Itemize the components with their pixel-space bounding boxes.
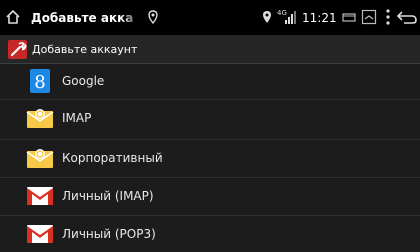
account-option-google[interactable]: 8 Google bbox=[0, 63, 420, 99]
home-icon[interactable] bbox=[3, 7, 23, 27]
account-option-corporate[interactable]: Корпоративный bbox=[0, 139, 420, 176]
screenshot-icon[interactable] bbox=[361, 9, 377, 25]
email-icon bbox=[26, 144, 54, 172]
settings-app-icon bbox=[8, 40, 27, 59]
overflow-menu-icon[interactable] bbox=[385, 8, 391, 26]
network-type-label: 4G bbox=[277, 9, 287, 17]
email-icon bbox=[26, 104, 54, 132]
status-title: Добавьте акка bbox=[31, 10, 134, 25]
gmail-icon bbox=[26, 220, 54, 248]
page-title: Добавьте аккаунт bbox=[32, 42, 138, 56]
list-item-label: Личный (POP3) bbox=[62, 227, 156, 241]
status-bar: Добавьте акка 4G 11:21 bbox=[0, 0, 420, 35]
google-icon: 8 bbox=[26, 67, 54, 95]
account-option-imap[interactable]: IMAP bbox=[0, 99, 420, 136]
window-icon[interactable] bbox=[342, 11, 356, 23]
back-icon[interactable] bbox=[396, 9, 418, 25]
gmail-icon bbox=[26, 182, 54, 210]
account-option-personal-imap[interactable]: Личный (IMAP) bbox=[0, 177, 420, 214]
list-item-label: Личный (IMAP) bbox=[62, 189, 154, 203]
account-option-personal-pop3[interactable]: Личный (POP3) bbox=[0, 215, 420, 252]
list-item-label: Корпоративный bbox=[62, 151, 163, 165]
svg-text:8: 8 bbox=[34, 72, 45, 93]
signal-icon: 4G bbox=[277, 7, 297, 27]
status-time: 11:21 bbox=[302, 10, 337, 25]
location-icon bbox=[148, 10, 158, 25]
list-item-label: IMAP bbox=[62, 111, 92, 125]
list-item-label: Google bbox=[62, 74, 105, 88]
location-filled-icon bbox=[262, 10, 272, 25]
